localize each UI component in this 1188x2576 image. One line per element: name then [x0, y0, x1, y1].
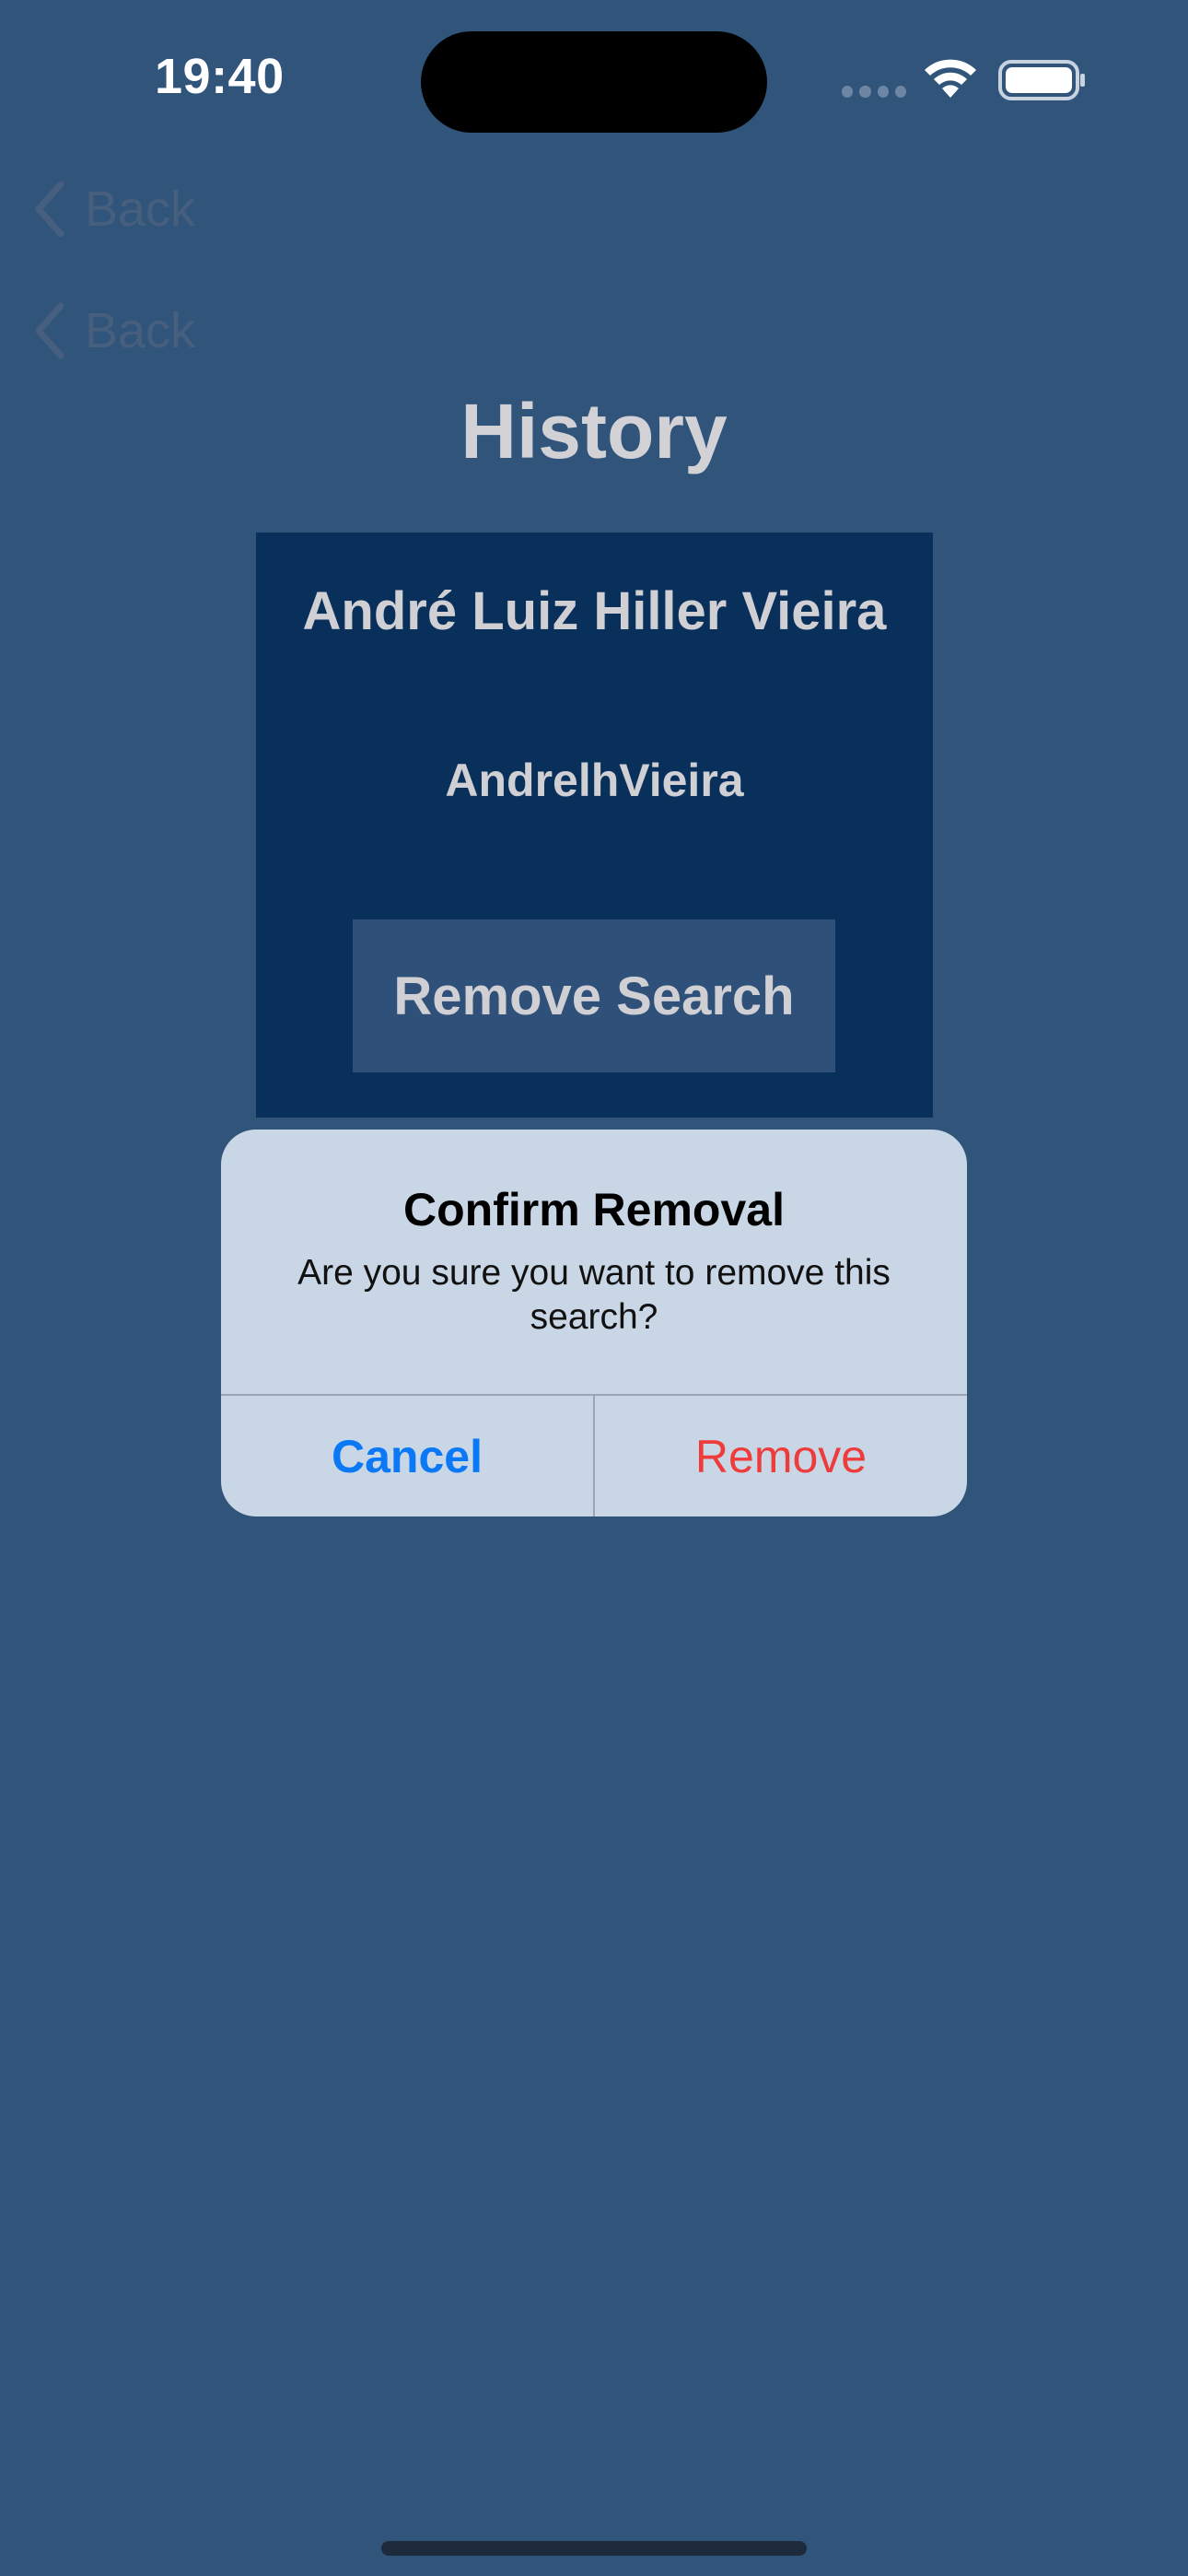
- remove-button[interactable]: Remove: [595, 1396, 967, 1516]
- back-button[interactable]: Back: [31, 177, 195, 241]
- history-username: AndrelhVieira: [445, 755, 744, 806]
- back-button[interactable]: Back: [31, 299, 195, 363]
- chevron-left-icon: [35, 181, 64, 238]
- cancel-button[interactable]: Cancel: [221, 1396, 593, 1516]
- chevron-left-icon: [35, 302, 64, 359]
- battery-icon: [998, 60, 1085, 100]
- status-time: 19:40: [155, 49, 285, 104]
- home-indicator[interactable]: [381, 2541, 807, 2556]
- back-button-label: Back: [85, 303, 196, 358]
- alert-message: Are you sure you want to remove this sea…: [297, 1253, 891, 1337]
- history-card: André Luiz Hiller Vieira AndrelhVieira R…: [256, 533, 933, 1118]
- wifi-icon: [925, 59, 976, 98]
- remove-search-button[interactable]: Remove Search: [353, 919, 835, 1072]
- confirm-removal-alert: Confirm Removal Are you sure you want to…: [221, 1130, 967, 1516]
- history-name: André Luiz Hiller Vieira: [302, 581, 887, 641]
- alert-title: Confirm Removal: [403, 1184, 785, 1235]
- dynamic-island: [421, 31, 767, 133]
- page-title: History: [460, 388, 728, 474]
- back-button-label: Back: [85, 181, 196, 237]
- signal-icon: [842, 85, 906, 98]
